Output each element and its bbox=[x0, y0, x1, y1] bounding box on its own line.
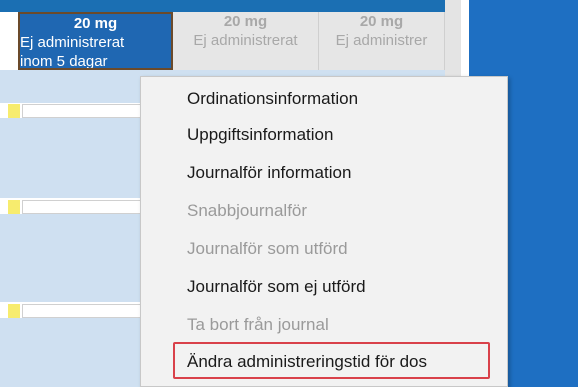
dose-status: Ej administrerat bbox=[20, 34, 125, 51]
highlight-annotation bbox=[173, 342, 490, 379]
dose-status: Ej administrerat bbox=[193, 32, 298, 49]
menu-item-ordinationsinformation[interactable]: Ordinationsinformation bbox=[187, 88, 358, 110]
context-menu: Ordinationsinformation Uppgiftsinformati… bbox=[140, 76, 508, 387]
row-marker bbox=[8, 304, 20, 318]
dose-amount: 20 mg bbox=[359, 13, 404, 30]
dose-status: Ej administrer bbox=[335, 32, 428, 49]
dose-status-detail: inom 5 dagar bbox=[20, 53, 108, 70]
menu-item-journalfor-som-ej-utford[interactable]: Journalför som ej utförd bbox=[187, 276, 366, 298]
menu-item-snabbjournalfor[interactable]: Snabbjournalför bbox=[187, 200, 307, 222]
menu-item-uppgiftsinformation[interactable]: Uppgiftsinformation bbox=[187, 124, 333, 146]
menu-item-journalfor-information[interactable]: Journalför information bbox=[187, 162, 351, 184]
dose-cell[interactable]: 20 mg Ej administrerat bbox=[173, 12, 319, 70]
row-marker bbox=[8, 104, 20, 118]
menu-item-journalfor-som-utford[interactable]: Journalför som utförd bbox=[187, 238, 348, 260]
dose-amount: 20 mg bbox=[223, 13, 268, 30]
dose-cell[interactable]: 20 mg Ej administrer bbox=[319, 12, 445, 70]
dose-cell-selected[interactable]: 20 mg Ej administrerat inom 5 dagar bbox=[18, 12, 173, 70]
dose-amount: 20 mg bbox=[73, 15, 118, 32]
menu-item-ta-bort-fran-journal[interactable]: Ta bort från journal bbox=[187, 314, 329, 336]
row-marker bbox=[8, 200, 20, 214]
